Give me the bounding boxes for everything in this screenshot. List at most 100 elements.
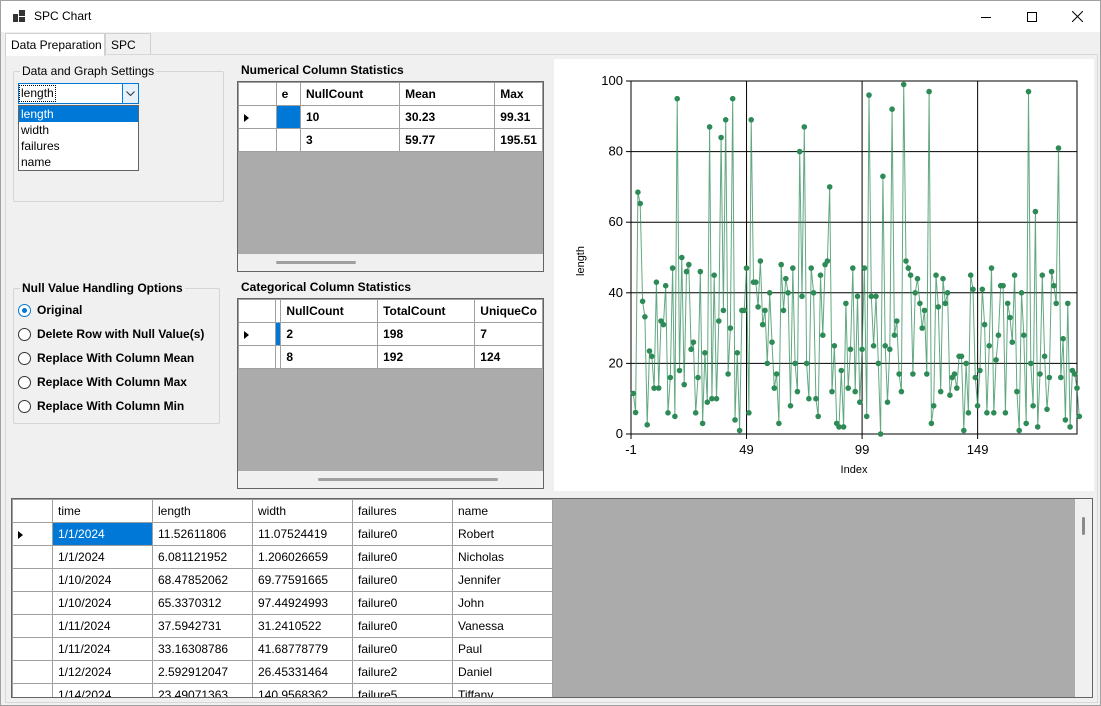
tab-data-preparation[interactable]: Data Preparation <box>5 33 105 56</box>
grid-cell[interactable]: Nicholas <box>452 545 553 569</box>
column-header[interactable]: NullCount <box>280 299 379 323</box>
row-header[interactable] <box>238 128 277 152</box>
grid-cell[interactable]: 1/10/2024 <box>52 591 153 615</box>
grid-cell[interactable]: 1.206026659 <box>252 545 353 569</box>
grid-cell[interactable]: 31.2410522 <box>252 614 353 638</box>
grid-cell[interactable]: Daniel <box>452 660 553 684</box>
grid-cell[interactable]: Jennifer <box>452 568 553 592</box>
tab-spc[interactable]: SPC <box>105 33 151 55</box>
grid-cell[interactable]: Vanessa <box>452 614 553 638</box>
grid-cell[interactable]: John <box>452 591 553 615</box>
row-header[interactable] <box>12 660 53 684</box>
column-header[interactable]: time <box>52 499 153 523</box>
column-header[interactable]: failures <box>352 499 453 523</box>
grid-cell[interactable]: 1/11/2024 <box>52 637 153 661</box>
grid-cell[interactable]: 30.23 <box>399 105 496 129</box>
grid-cell[interactable]: 192 <box>377 345 476 369</box>
radio-original[interactable]: Original <box>18 302 82 318</box>
grid-cell[interactable]: Tiffany <box>452 683 553 697</box>
column-header[interactable]: length <box>152 499 253 523</box>
grid-cell[interactable]: 6.081121952 <box>152 545 253 569</box>
grid-cell[interactable]: 124 <box>474 345 543 369</box>
column-header[interactable]: Max <box>494 82 543 106</box>
grid-cell[interactable]: 140.9568362 <box>252 683 353 697</box>
maximize-button[interactable] <box>1009 1 1055 32</box>
column-header[interactable]: NullCount <box>299 82 401 106</box>
grid-cell[interactable]: 1/1/2024 <box>52 545 153 569</box>
row-header[interactable] <box>238 345 276 369</box>
table-row[interactable]: 1/12/2024 2.592912047 26.45331464 failure2 D… <box>12 660 553 684</box>
dropdown-option-length[interactable]: length <box>19 106 138 122</box>
dropdown-option-failures[interactable]: failures <box>19 138 138 154</box>
numerical-stats-grid[interactable]: e NullCount Mean Max 10 30.23 99.31 3 59… <box>237 81 544 272</box>
horizontal-scrollbar[interactable] <box>238 254 543 271</box>
grid-cell[interactable]: 1/14/2024 <box>52 683 153 697</box>
title-bar[interactable]: SPC Chart <box>1 1 1100 32</box>
minimize-button[interactable] <box>963 1 1009 32</box>
column-header[interactable]: name <box>452 499 553 523</box>
grid-cell[interactable]: Paul <box>452 637 553 661</box>
grid-cell[interactable]: failure5 <box>352 683 453 697</box>
radio-delete-row[interactable]: Delete Row with Null Value(s) <box>18 326 204 342</box>
column-header[interactable]: UniqueCo <box>474 299 543 323</box>
row-header[interactable] <box>12 614 53 638</box>
column-header[interactable]: e <box>275 82 301 106</box>
grid-cell[interactable]: 1/1/2024 <box>52 522 153 546</box>
grid-cell[interactable]: 65.3370312 <box>152 591 253 615</box>
grid-cell[interactable] <box>275 105 301 129</box>
grid-cell[interactable]: 26.45331464 <box>252 660 353 684</box>
column-header[interactable]: width <box>252 499 353 523</box>
grid-cell[interactable]: failure0 <box>352 522 453 546</box>
column-header[interactable]: TotalCount <box>377 299 476 323</box>
dropdown-option-name[interactable]: name <box>19 154 138 170</box>
radio-replace-min[interactable]: Replace With Column Min <box>18 398 184 414</box>
grid-cell[interactable]: failure0 <box>352 545 453 569</box>
row-header[interactable] <box>238 322 276 346</box>
grid-cell[interactable]: failure0 <box>352 614 453 638</box>
grid-cell[interactable]: failure0 <box>352 637 453 661</box>
grid-cell[interactable]: 59.77 <box>399 128 496 152</box>
grid-cell[interactable]: 8 <box>280 345 379 369</box>
grid-cell[interactable]: 33.16308786 <box>152 637 253 661</box>
combobox-dropdown-button[interactable] <box>122 84 138 103</box>
grid-cell[interactable]: 23.49071363 <box>152 683 253 697</box>
column-combobox[interactable]: length <box>18 83 139 104</box>
row-header[interactable] <box>12 568 53 592</box>
row-header[interactable] <box>12 637 53 661</box>
grid-cell[interactable]: 11.52611806 <box>152 522 253 546</box>
grid-cell[interactable]: failure0 <box>352 568 453 592</box>
grid-cell[interactable]: 7 <box>474 322 543 346</box>
table-row[interactable]: 1/14/2024 23.49071363 140.9568362 failure5 T… <box>12 683 553 697</box>
grid-cell[interactable]: 69.77591665 <box>252 568 353 592</box>
row-header[interactable] <box>12 683 53 697</box>
grid-cell[interactable]: 195.51 <box>494 128 543 152</box>
grid-cell[interactable]: 37.5942731 <box>152 614 253 638</box>
table-row[interactable]: 1/11/2024 37.5942731 31.2410522 failure0 Van… <box>12 614 553 638</box>
grid-cell[interactable] <box>275 128 301 152</box>
grid-cell[interactable]: 2.592912047 <box>152 660 253 684</box>
grid-cell[interactable]: 2 <box>280 322 379 346</box>
dropdown-option-width[interactable]: width <box>19 122 138 138</box>
categorical-stats-grid[interactable]: NullCount TotalCount UniqueCo 2 198 7 8 … <box>237 298 544 489</box>
table-row[interactable]: 1/10/2024 68.47852062 69.77591665 failure0 J… <box>12 568 553 592</box>
column-header[interactable]: Mean <box>399 82 496 106</box>
radio-replace-mean[interactable]: Replace With Column Mean <box>18 350 194 366</box>
table-row[interactable]: 1/11/2024 33.16308786 41.68778779 failure0 P… <box>12 637 553 661</box>
row-header[interactable] <box>12 545 53 569</box>
table-row[interactable]: 1/10/2024 65.3370312 97.44924993 failure0 Jo… <box>12 591 553 615</box>
horizontal-scrollbar[interactable] <box>238 471 543 488</box>
grid-cell[interactable]: 68.47852062 <box>152 568 253 592</box>
grid-cell[interactable]: 11.07524419 <box>252 522 353 546</box>
close-button[interactable] <box>1054 1 1100 32</box>
grid-cell[interactable]: 3 <box>299 128 401 152</box>
table-row[interactable]: 1/1/2024 6.081121952 1.206026659 failure0 Ni… <box>12 545 553 569</box>
grid-cell[interactable]: 1/12/2024 <box>52 660 153 684</box>
grid-cell[interactable]: 1/10/2024 <box>52 568 153 592</box>
grid-cell[interactable]: 198 <box>377 322 476 346</box>
radio-replace-max[interactable]: Replace With Column Max <box>18 374 187 390</box>
grid-cell[interactable]: failure0 <box>352 591 453 615</box>
grid-cell[interactable]: failure2 <box>352 660 453 684</box>
grid-cell[interactable]: 1/11/2024 <box>52 614 153 638</box>
data-grid[interactable]: time length width failures name 1/1/2024… <box>11 498 1093 698</box>
row-header[interactable] <box>12 591 53 615</box>
